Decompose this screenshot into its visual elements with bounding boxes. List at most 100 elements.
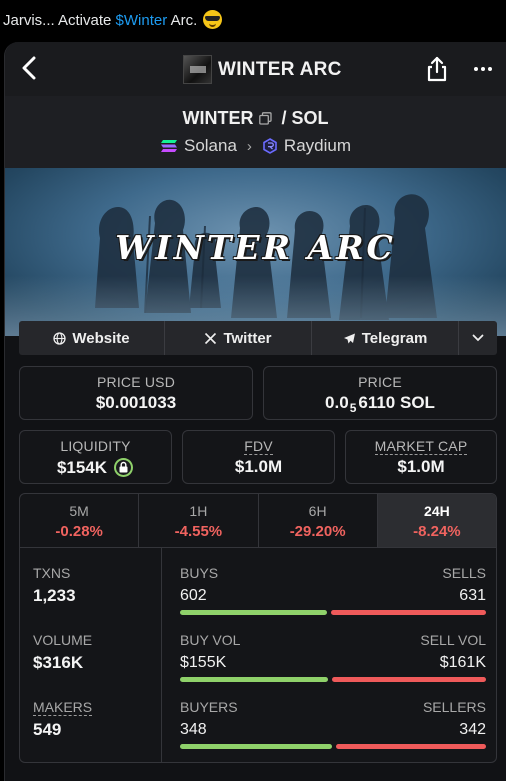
pair-name: WINTER / SOL [5,108,506,129]
liquidity-label: LIQUIDITY [60,438,131,454]
tab-24h[interactable]: 24H -8.24% [377,494,496,547]
top-bar: WINTER ARC [5,42,506,96]
cashtag-link[interactable]: $Winter [116,12,168,29]
tweet-prefix: Jarvis... Activate [3,12,116,29]
telegram-button[interactable]: Telegram [312,321,459,355]
market-cap-value: $1.0M [397,457,445,476]
page-title: WINTER ARC [218,58,342,80]
chevron-left-icon [22,56,36,80]
buy-vol-bar-fill [180,677,328,682]
summary-column: TXNS 1,233 VOLUME $316K MAKERS 549 [20,548,162,762]
txns-label: TXNS [33,565,71,581]
buys-sells-block: BUYS SELLS 602 631 [180,565,486,615]
app-screenshot: WINTER ARC WINTER / SOL Solana › Raydium… [4,42,506,781]
chevron-down-icon [472,334,484,342]
tab-label: 1H [189,503,208,519]
price-native-rest: 6110 SOL [358,393,435,412]
buys-sells-bar [180,610,486,615]
price-usd-label: PRICE USD [96,374,176,390]
globe-icon [53,331,67,345]
price-native-zero-count: 5 [349,401,357,415]
tab-label: 5M [69,503,89,519]
fdv-label-text: FDV [244,438,273,455]
pair-separator: / [276,108,292,128]
tab-change: -29.20% [289,523,346,540]
tab-change: -4.55% [174,523,223,540]
back-button[interactable] [15,54,43,82]
buy-vol-label: BUY VOL [180,632,241,648]
sell-vol-label: SELL VOL [420,632,486,648]
volume-metric: VOLUME $316K [33,632,92,673]
buys-bar-fill [180,610,327,615]
tab-5m[interactable]: 5M -0.28% [20,494,140,547]
market-cap-card: MARKET CAP $1.0M [345,430,497,484]
token-header: WINTER ARC [183,55,342,84]
txns-value: 1,233 [33,586,76,605]
volume-split-bar [180,677,486,682]
market-cap-label-text: MARKET CAP [374,438,468,455]
txns-metric: TXNS 1,233 [33,565,76,606]
tweet-suffix: Arc. [167,12,198,29]
x-logo-icon [205,332,217,344]
tab-change: -8.24% [413,523,461,540]
buyers-value: 348 [180,721,207,738]
chain-dex-breadcrumb: Solana › Raydium [5,136,506,156]
price-usd-value: $0.001033 [95,393,177,412]
base-symbol: WINTER [182,108,254,128]
makers-label-text: MAKERS [33,699,93,716]
website-label: Website [72,329,130,347]
market-cap-label: MARKET CAP [346,438,496,455]
makers-label: MAKERS [33,699,93,716]
price-usd-card: PRICE USD $0.001033 [19,366,253,420]
twitter-button[interactable]: Twitter [165,321,312,355]
share-button[interactable] [425,55,449,83]
makers-metric: MAKERS 549 [33,699,93,740]
sells-value: 631 [459,587,486,604]
sellers-label: SELLERS [422,699,486,715]
liquidity-value-row: $154K [20,457,171,478]
social-links-bar: Website Twitter Telegram [19,321,497,355]
solana-icon [160,140,177,152]
sunglasses-emoji-icon [203,10,223,29]
share-icon [427,56,447,82]
sellers-value: 342 [459,721,486,738]
buyers-sellers-bar [180,744,486,749]
price-native-prefix: 0.0 [325,393,349,412]
liquidity-lock-icon[interactable] [113,457,134,478]
buys-label: BUYS [180,565,219,581]
tweet-text: Jarvis... Activate $Winter Arc. [3,10,223,29]
price-native-value: 0.05 6110 SOL [264,393,496,415]
volume-value: $316K [33,653,84,672]
trading-stats-panel: 5M -0.28% 1H -4.55% 6H -29.20% 24H -8.24… [19,493,497,763]
raydium-icon [263,138,277,154]
liquidity-value: $154K [56,457,108,477]
tab-1h[interactable]: 1H -4.55% [139,494,259,547]
liquidity-card: LIQUIDITY $154K [19,430,172,484]
token-avatar [183,55,212,84]
chain-link[interactable]: Solana [184,136,237,156]
copy-icon[interactable] [259,112,273,125]
sells-bar-fill [331,610,486,615]
buyers-sellers-block: BUYERS SELLERS 348 342 [180,699,486,749]
tab-label: 6H [308,503,327,519]
pair-info: WINTER / SOL Solana › Raydium [5,96,506,168]
chevron-right-icon: › [246,137,252,155]
tab-6h[interactable]: 6H -29.20% [259,494,378,547]
tab-change: -0.28% [55,523,103,540]
telegram-icon [343,333,355,343]
more-links-dropdown[interactable] [459,321,497,355]
quote-symbol: SOL [291,108,329,128]
buy-vol-value: $155K [180,654,227,671]
sell-vol-bar-fill [332,677,486,682]
sell-vol-value: $161K [439,654,486,671]
makers-value: 549 [33,720,62,739]
telegram-label: Telegram [361,329,428,347]
fdv-label: FDV [183,438,334,455]
dex-link[interactable]: Raydium [284,136,351,156]
dot-icon [481,67,485,71]
twitter-label: Twitter [223,329,272,347]
volume-label: VOLUME [33,632,93,648]
fdv-card: FDV $1.0M [182,430,335,484]
website-button[interactable]: Website [19,321,165,355]
more-options-button[interactable] [470,58,496,80]
